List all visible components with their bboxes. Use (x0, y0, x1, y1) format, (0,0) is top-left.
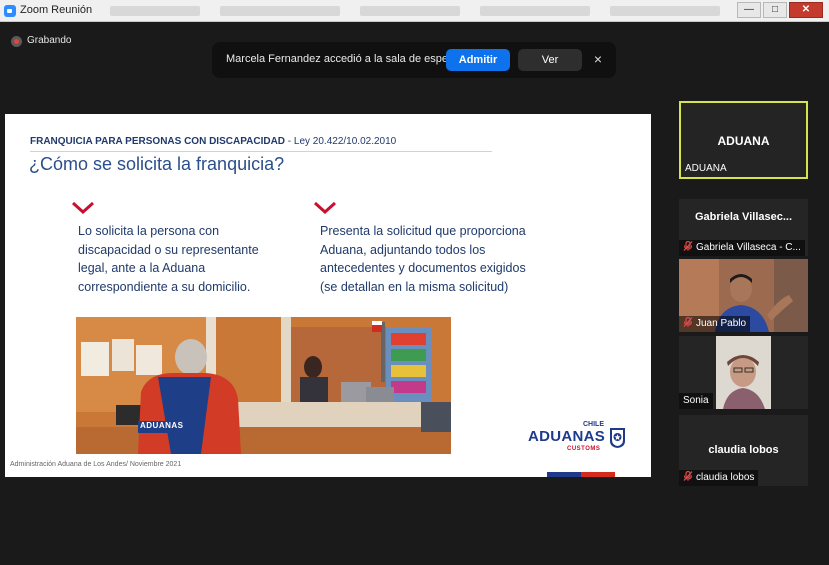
window-titlebar: Zoom Reunión — □ ✕ (0, 0, 829, 22)
participant-tile-gabriela[interactable]: Gabriela Villasec... Gabriela Villaseca … (679, 199, 808, 256)
text-line: Lo solicita la persona con (78, 224, 220, 238)
vest-text: ADUANAS (140, 421, 184, 430)
text-line: Aduana, adjuntando todos los (320, 242, 486, 257)
meeting-topbar: Grabando Marcela Fernandez accedió a la … (0, 22, 829, 100)
window-title: Zoom Reunión (20, 4, 93, 16)
office-scene-illustration (76, 317, 451, 454)
participant-name-label: ADUANA (681, 161, 731, 177)
participant-name-text: claudia lobos (696, 472, 755, 483)
text-line: legal, ante a la Aduana (78, 261, 206, 275)
close-window-button[interactable]: ✕ (789, 2, 823, 18)
text-line: (se detallan en la misma solicitud) (320, 279, 509, 294)
admit-button[interactable]: Admitir (446, 49, 510, 71)
zoom-app-icon (4, 5, 16, 17)
mic-muted-icon (683, 317, 693, 327)
participant-tile-juan-pablo[interactable]: Juan Pablo (679, 259, 808, 332)
logo-customs-text: CUSTOMS (567, 446, 601, 452)
text-line: antecedentes y documentos exigidos (320, 261, 526, 275)
slide-header-topic: FRANQUICIA PARA PERSONAS CON DISCAPACIDA… (30, 136, 286, 147)
participant-name-label: Sonia (679, 393, 713, 409)
window-controls: — □ ✕ (737, 2, 823, 18)
chevron-down-icon (72, 202, 94, 214)
mic-muted-icon (683, 241, 693, 251)
customs-office-photo: ADUANAS (76, 317, 451, 454)
notification-message: Marcela Fernandez accedió a la sala de e… (226, 53, 458, 65)
slide-column-2: Presenta la solicitud que proporciona Ad… (320, 222, 526, 296)
participant-tile-sonia[interactable]: Sonia (679, 336, 808, 409)
aduanas-logo-text: ADUANAS (528, 428, 606, 445)
recording-icon (11, 36, 22, 47)
text-line: Presenta la solicitud que proporciona (320, 224, 526, 238)
recording-label: Grabando (27, 35, 72, 46)
participant-display-name: ADUANA (717, 134, 770, 148)
slide-header-law: - Ley 20.422/10.02.2010 (285, 136, 397, 147)
participant-name-text: Juan Pablo (696, 318, 747, 329)
minimize-button[interactable]: — (737, 2, 761, 18)
maximize-button[interactable]: □ (763, 2, 787, 18)
waiting-room-notification: Marcela Fernandez accedió a la sala de e… (212, 42, 616, 78)
participant-display-name: claudia lobos (708, 444, 779, 456)
participant-name-text: Sonia (683, 395, 709, 406)
logo-chile-text: CHILE (583, 421, 604, 428)
chevron-down-icon (314, 202, 336, 214)
participant-display-name: Gabriela Villasec... (694, 211, 793, 223)
slide-header: FRANQUICIA PARA PERSONAS CON DISCAPACIDA… (30, 136, 396, 147)
participant-name-text: Gabriela Villaseca - C... (696, 242, 801, 253)
slide-footer: Administración Aduana de Los Andes/ Novi… (10, 461, 182, 468)
mic-muted-icon (683, 471, 693, 481)
participant-tile-aduana[interactable]: ADUANA ADUANA (679, 101, 808, 179)
participant-tile-claudia[interactable]: claudia lobos claudia lobos (679, 415, 808, 486)
background-window-tabs (110, 4, 730, 18)
participant-name-text: ADUANA (685, 163, 727, 174)
participant-name-label: claudia lobos (679, 470, 759, 486)
slide-column-1: Lo solicita la persona con discapacidad … (78, 222, 259, 296)
shared-screen-slide: FRANQUICIA PARA PERSONAS CON DISCAPACIDA… (5, 114, 651, 477)
view-button[interactable]: Ver (518, 49, 582, 71)
flag-color-bar (547, 472, 615, 477)
slide-title: ¿Cómo se solicita la franquicia? (29, 154, 285, 174)
aduanas-shield-icon (610, 428, 625, 448)
header-divider (30, 151, 492, 152)
participant-name-label: Gabriela Villaseca - C... (679, 240, 805, 256)
participant-name-label: Juan Pablo (679, 316, 751, 332)
text-line: correspondiente a su domicilio. (78, 279, 251, 294)
close-notification-icon[interactable]: × (590, 51, 606, 67)
text-line: discapacidad o su representante (78, 242, 259, 257)
